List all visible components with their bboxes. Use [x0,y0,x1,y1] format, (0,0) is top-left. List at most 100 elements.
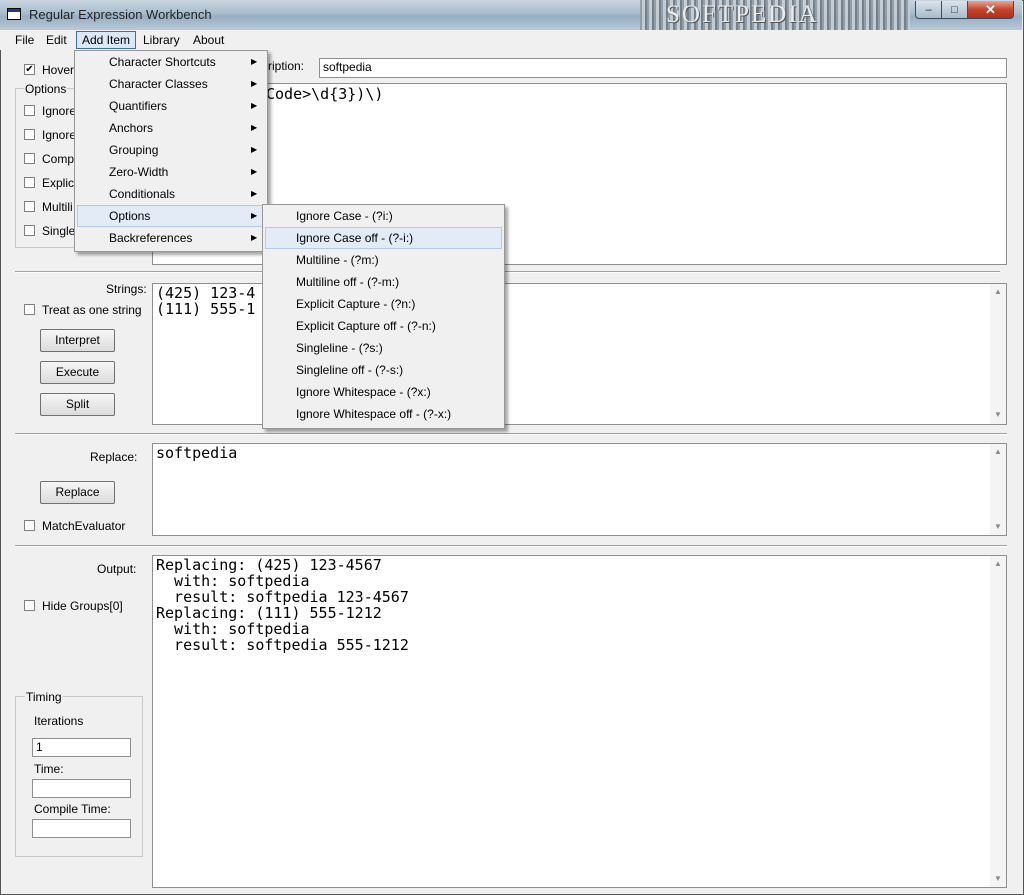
menuitem-character-classes[interactable]: Character Classes ▶ [77,73,265,95]
description-input[interactable]: softpedia [319,58,1007,78]
replace-textarea[interactable]: softpedia [152,443,1007,536]
menu-edit[interactable]: Edit [41,31,72,49]
separator [15,271,1000,273]
menuitem-label: Backreferences [109,231,193,245]
output-label: Output: [97,562,137,576]
output-line: result: softpedia 123-4567 [156,588,409,606]
iterations-input[interactable]: 1 [32,738,131,757]
submenu-ignore-whitespace[interactable]: Ignore Whitespace - (?x:) [265,381,502,403]
scroll-down-arrow-icon[interactable]: ▼ [990,874,1006,883]
strings-label: Strings: [106,282,147,296]
submenu-ignore-whitespace-off[interactable]: Ignore Whitespace off - (?-x:) [265,403,502,425]
scroll-down-arrow-icon[interactable]: ▼ [990,522,1006,531]
strings-line: (111) 555-1 [156,300,256,318]
output-line: with: softpedia [156,620,310,638]
option-label: Ignore [42,128,77,142]
menuitem-conditionals[interactable]: Conditionals ▶ [77,183,265,205]
output-scrollbar[interactable] [990,556,1006,887]
submenu-label: Ignore Whitespace - (?x:) [296,385,431,399]
submenu-label: Singleline - (?s:) [296,341,383,355]
option-label: Explic [42,176,75,190]
hide-groups-checkbox[interactable] [24,600,35,611]
separator [15,433,1007,435]
submenu-label: Multiline - (?m:) [296,253,379,267]
treat-as-one-string-label: Treat as one string [42,303,142,317]
hover-checkbox[interactable]: ✔ [24,64,35,75]
output-textarea[interactable]: Replacing: (425) 123-4567 with: softpedi… [152,555,1007,888]
menuitem-anchors[interactable]: Anchors ▶ [77,117,265,139]
iterations-label: Iterations [34,714,84,728]
scroll-up-arrow-icon[interactable]: ▲ [990,287,1006,296]
submenu-multiline[interactable]: Multiline - (?m:) [265,249,502,271]
close-button[interactable]: ✕ [967,1,1014,19]
submenu-label: Ignore Case off - (?-i:) [296,231,414,245]
watermark-text: SOFTPEDIA [666,1,819,28]
option-checkbox-singleline[interactable] [24,225,35,236]
menuitem-label: Zero-Width [109,165,169,179]
option-checkbox-compiled[interactable] [24,153,35,164]
menu-about[interactable]: About [188,31,229,49]
option-checkbox-ignore-whitespace[interactable] [24,129,35,140]
scroll-up-arrow-icon[interactable]: ▲ [990,559,1006,568]
output-line: Replacing: (425) 123-4567 [156,556,382,574]
treat-as-one-string-checkbox[interactable] [24,304,35,315]
menuitem-quantifiers[interactable]: Quantifiers ▶ [77,95,265,117]
menuitem-character-shortcuts[interactable]: Character Shortcuts ▶ [77,51,265,73]
submenu-multiline-off[interactable]: Multiline off - (?-m:) [265,271,502,293]
option-checkbox-explicit-capture[interactable] [24,177,35,188]
maximize-button[interactable]: □ [941,1,968,19]
submenu-singleline[interactable]: Singleline - (?s:) [265,337,502,359]
interpret-button[interactable]: Interpret [40,329,115,352]
submenu-label: Ignore Case - (?i:) [296,209,393,223]
replace-label: Replace: [90,450,138,464]
submenu-singleline-off[interactable]: Singleline off - (?-s:) [265,359,502,381]
option-checkbox-multiline[interactable] [24,201,35,212]
submenu-arrow-icon: ▶ [251,79,258,88]
output-line: Replacing: (111) 555-1212 [156,604,382,622]
separator [15,545,1007,547]
submenu-explicit-capture-off[interactable]: Explicit Capture off - (?-n:) [265,315,502,337]
menuitem-label: Character Shortcuts [109,55,216,69]
option-checkbox-ignore-case[interactable] [24,105,35,116]
submenu-ignore-case-off[interactable]: Ignore Case off - (?-i:) [265,227,502,249]
option-label: Multili [42,200,73,214]
submenu-arrow-icon: ▶ [251,189,258,198]
option-label: Compi [42,152,77,166]
options-legend: Options [24,82,68,96]
hover-label: Hover [42,63,75,77]
submenu-label: Multiline off - (?-m:) [296,275,400,289]
menuitem-backreferences[interactable]: Backreferences ▶ [77,227,265,249]
submenu-arrow-icon: ▶ [251,233,258,242]
execute-button[interactable]: Execute [40,361,115,384]
strings-line: (425) 123-4 [156,284,256,302]
minimize-button[interactable]: – [915,1,942,19]
hide-groups-label: Hide Groups[0] [42,599,123,613]
menuitem-label: Anchors [109,121,154,135]
submenu-label: Ignore Whitespace off - (?-x:) [296,407,452,421]
split-button[interactable]: Split [40,393,115,416]
app-window-icon [7,8,21,20]
time-label: Time: [34,762,64,776]
menuitem-options[interactable]: Options ▶ [77,205,265,227]
timing-legend: Timing [25,690,63,704]
match-evaluator-label: MatchEvaluator [42,519,126,533]
scroll-down-arrow-icon[interactable]: ▼ [990,410,1006,419]
submenu-explicit-capture[interactable]: Explicit Capture - (?n:) [265,293,502,315]
menuitem-label: Quantifiers [109,99,168,113]
replace-button[interactable]: Replace [40,481,115,504]
submenu-label: Singleline off - (?-s:) [296,363,404,377]
compile-time-field [32,819,131,838]
scroll-up-arrow-icon[interactable]: ▲ [990,447,1006,456]
submenu-label: Explicit Capture off - (?-n:) [296,319,436,333]
description-label: ription: [268,59,305,73]
submenu-ignore-case[interactable]: Ignore Case - (?i:) [265,205,502,227]
match-evaluator-checkbox[interactable] [24,520,35,531]
option-label: Ignore [42,104,77,118]
menu-file[interactable]: File [10,31,39,49]
menu-library[interactable]: Library [138,31,185,49]
menuitem-zero-width[interactable]: Zero-Width ▶ [77,161,265,183]
menu-add-item[interactable]: Add Item [76,31,137,49]
menuitem-grouping[interactable]: Grouping ▶ [77,139,265,161]
compile-time-label: Compile Time: [34,802,111,816]
strings-scrollbar[interactable] [990,284,1006,424]
